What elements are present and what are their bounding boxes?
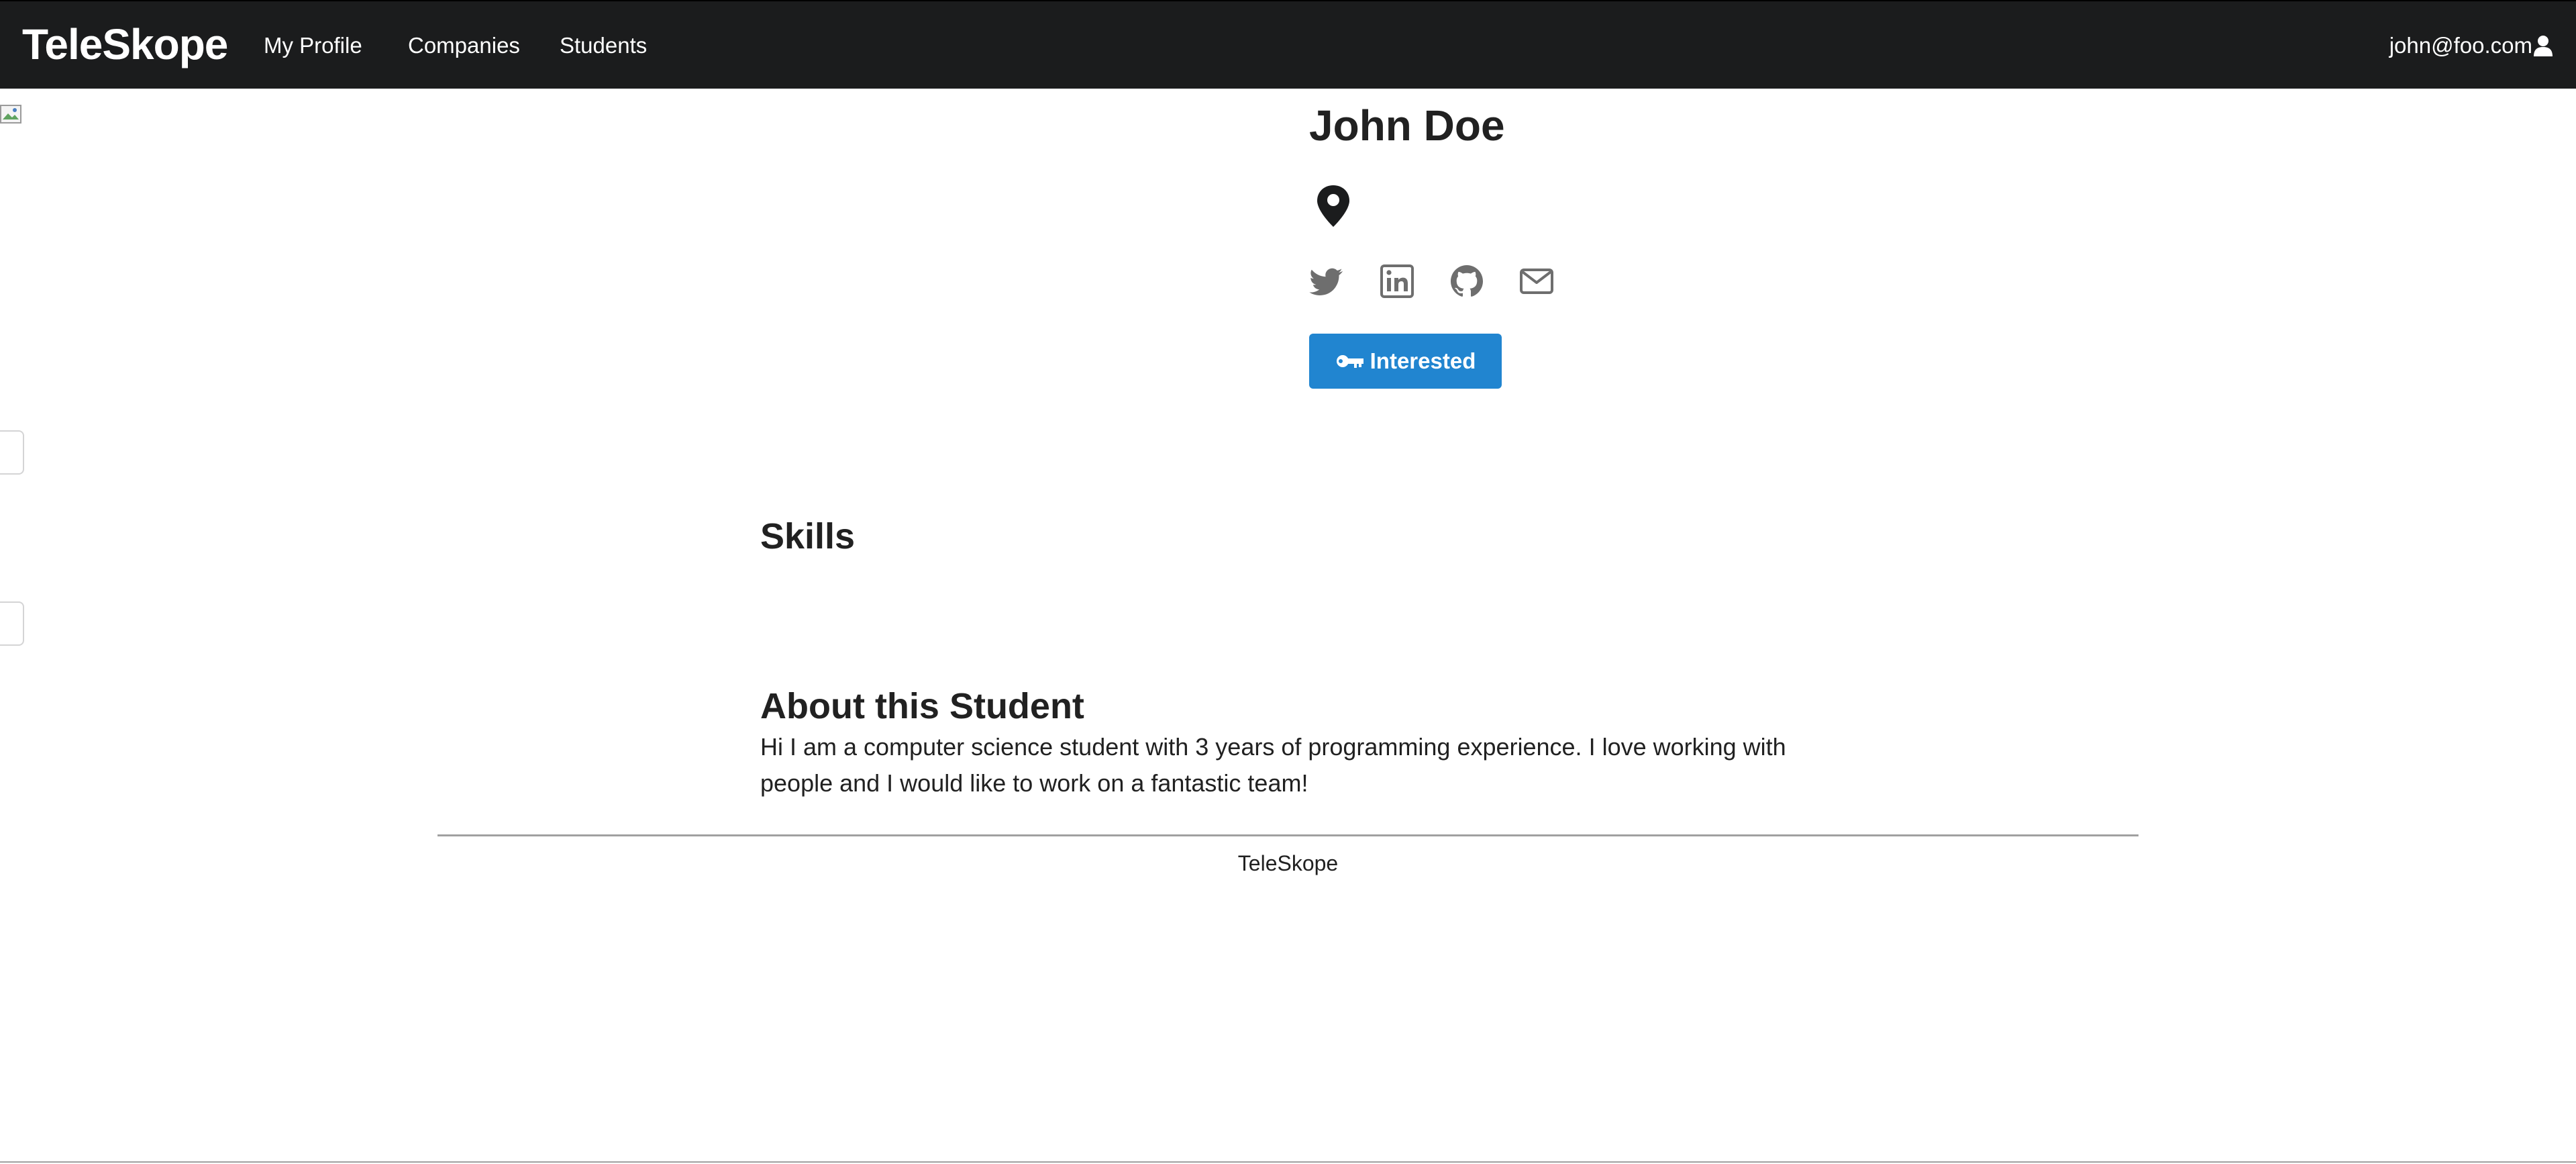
side-tab[interactable]: [0, 430, 24, 475]
interested-button[interactable]: Interested: [1309, 334, 1502, 389]
user-icon: [2534, 36, 2553, 56]
about-heading: About this Student: [760, 686, 1084, 726]
envelope-icon[interactable]: [1518, 263, 1555, 299]
twitter-icon[interactable]: [1309, 263, 1345, 299]
nav-item-students[interactable]: Students: [560, 31, 647, 60]
skills-heading: Skills: [760, 516, 856, 556]
student-name: John Doe: [1309, 101, 1505, 150]
github-icon[interactable]: [1449, 263, 1485, 299]
key-icon: [1336, 355, 1363, 368]
about-text: Hi I am a computer science student with …: [760, 733, 1786, 797]
page-bottom-divider: [0, 1161, 2576, 1163]
footer-text: TeleSkope: [1237, 851, 1339, 875]
map-marker-icon: [1317, 185, 1349, 227]
profile-image-broken-icon: [0, 105, 21, 124]
linkedin-icon[interactable]: [1379, 263, 1415, 299]
user-menu[interactable]: john@foo.com: [2389, 31, 2554, 60]
user-email: john@foo.com: [2389, 33, 2532, 58]
nav-item-companies[interactable]: Companies: [408, 31, 520, 60]
top-navbar: TeleSkope My Profile Companies Students …: [0, 0, 2576, 89]
interested-label: Interested: [1370, 348, 1476, 373]
nav-item-my-profile[interactable]: My Profile: [264, 31, 362, 60]
brand-logo[interactable]: TeleSkope: [22, 17, 228, 71]
social-links: [1309, 263, 1588, 299]
footer-divider: [437, 834, 2139, 836]
side-tab[interactable]: [0, 601, 24, 646]
